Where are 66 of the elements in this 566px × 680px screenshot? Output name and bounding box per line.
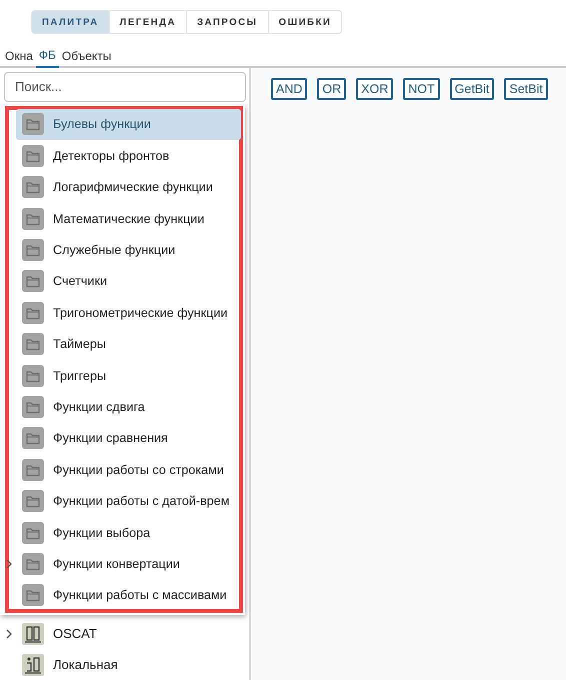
folder-icon <box>22 113 44 136</box>
item-label: Функции сравнения <box>53 431 168 446</box>
tab[interactable]: Окна <box>2 46 36 66</box>
folder-icon <box>22 144 44 167</box>
item-label: Математические функции <box>53 212 204 226</box>
folder-icon <box>22 239 44 261</box>
list-item[interactable]: Функции конвертации <box>16 548 241 580</box>
tab[interactable]: ОШИБКИ <box>268 11 342 33</box>
list-item[interactable]: Триггеры <box>16 360 241 392</box>
block-button[interactable]: GetBit <box>450 78 494 100</box>
tree-item[interactable]: OSCAT <box>53 626 97 641</box>
tree-item[interactable]: Локальная <box>53 657 118 672</box>
item-label: Триггеры <box>53 368 106 383</box>
folder-icon <box>22 333 44 356</box>
folder-icon <box>22 584 44 606</box>
list-item[interactable]: Функции сравнения <box>16 422 241 454</box>
folder-icon <box>22 208 44 230</box>
item-label: Функции выбора <box>53 526 150 540</box>
list-item[interactable]: Детекторы фронтов <box>16 140 241 172</box>
item-label: Таймеры <box>53 337 106 352</box>
item-label: Функции работы со строками <box>53 462 224 477</box>
tab[interactable]: Объекты <box>58 46 114 66</box>
block-button[interactable]: XOR <box>356 78 394 100</box>
block-button[interactable]: AND <box>271 78 308 100</box>
folder-icon <box>22 176 44 198</box>
folder-icon <box>22 552 44 575</box>
list-item[interactable]: Функции выбора <box>16 516 241 548</box>
list-item[interactable]: Служебные функции <box>16 234 241 266</box>
folder-icon <box>22 490 44 512</box>
chevron-icon[interactable] <box>5 628 13 638</box>
list-item[interactable]: Функции сдвига <box>16 391 241 423</box>
search-field[interactable]: Поиск... <box>4 72 246 102</box>
folder-icon <box>22 522 44 544</box>
tab[interactable]: ПАЛИТРА <box>32 11 109 33</box>
list-item[interactable]: Логарифмические функции <box>16 172 241 203</box>
block-button[interactable]: NOT <box>403 78 440 100</box>
library-icon <box>22 654 44 676</box>
item-label: Счетчики <box>53 274 108 288</box>
list-item[interactable]: Математические функции <box>16 202 241 234</box>
list-item[interactable]: Тригонометрические функции <box>16 297 241 328</box>
folder-icon <box>22 270 44 292</box>
item-label: Логарифмические функции <box>53 180 213 194</box>
block-button[interactable]: OR <box>317 78 346 100</box>
folder-icon <box>22 396 44 418</box>
list-item[interactable]: Булевы функции <box>16 108 241 140</box>
list-item[interactable]: Функции работы со строками <box>16 454 241 486</box>
list-item[interactable]: Таймеры <box>16 328 241 360</box>
item-label: Тригонометрические функции <box>53 306 228 320</box>
item-label: Функции работы с датой-врем <box>53 494 230 508</box>
folder-icon <box>22 427 44 450</box>
item-label: Функции конвертации <box>53 556 180 571</box>
list-item[interactable]: Функции работы с датой-врем <box>16 485 241 517</box>
item-label: Детекторы фронтов <box>53 148 170 163</box>
item-label: Функции сдвига <box>53 400 145 414</box>
block-button[interactable]: SetBit <box>504 78 548 100</box>
list-item[interactable]: Счетчики <box>16 266 241 298</box>
folder-icon <box>22 302 44 324</box>
folder-icon <box>22 458 44 481</box>
chevron-icon[interactable] <box>5 559 13 570</box>
folder-icon <box>22 364 44 387</box>
library-icon <box>22 622 44 644</box>
item-label: Служебные функции <box>53 243 176 257</box>
tab[interactable]: ФБ <box>36 46 59 68</box>
item-label: Функции работы с массивами <box>53 588 227 602</box>
item-label: Булевы функции <box>53 117 151 132</box>
list-item[interactable]: Функции работы с массивами <box>16 580 241 611</box>
